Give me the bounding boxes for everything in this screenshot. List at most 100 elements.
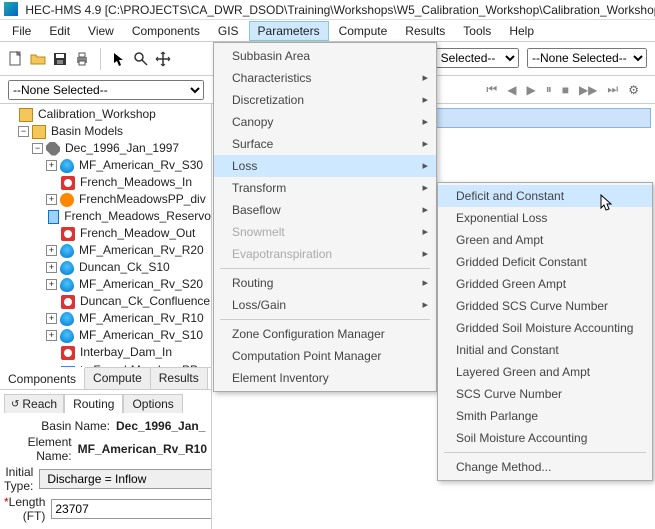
tree-node[interactable]: Interbay_Dam_In	[0, 344, 211, 361]
main-selector[interactable]: --None Selected--	[8, 80, 204, 100]
tree-node[interactable]: Calibration_Workshop	[0, 106, 211, 123]
pointer-icon[interactable]	[111, 51, 127, 67]
pan-icon[interactable]	[155, 51, 171, 67]
subbasin-icon	[60, 159, 74, 173]
expand-icon[interactable]: +	[46, 262, 57, 273]
submenu-item-gridded-soil-moisture-accounting[interactable]: Gridded Soil Moisture Accounting	[438, 317, 652, 339]
submenu-item-soil-moisture-accounting[interactable]: Soil Moisture Accounting	[438, 427, 652, 449]
tree-node[interactable]: +MF_American_Rv_S10	[0, 327, 211, 344]
gear-icon[interactable]: ⚙	[628, 83, 639, 97]
expand-icon[interactable]: −	[32, 143, 43, 154]
menu-tools[interactable]: Tools	[455, 22, 499, 40]
play-icon[interactable]: ▶	[526, 83, 535, 97]
pause-icon[interactable]: ⏸	[546, 82, 552, 97]
diversion-icon	[60, 193, 74, 207]
tree-node[interactable]: French_Meadow_Out	[0, 225, 211, 242]
options-tab[interactable]: Options	[123, 394, 182, 413]
stop-icon[interactable]: ■	[562, 83, 569, 97]
open-icon[interactable]	[30, 51, 46, 67]
window-title: HEC-HMS 4.9 [C:\PROJECTS\CA_DWR_DSOD\Tra…	[25, 3, 655, 17]
menu-item-baseflow[interactable]: Baseflow	[214, 199, 436, 221]
menu-item-element-inventory[interactable]: Element Inventory	[214, 367, 436, 389]
menu-parameters[interactable]: Parameters	[249, 21, 329, 41]
tree-label: MF_American_Rv_S20	[79, 276, 203, 293]
submenu-item-gridded-scs-curve-number[interactable]: Gridded SCS Curve Number	[438, 295, 652, 317]
menu-compute[interactable]: Compute	[331, 22, 396, 40]
submenu-item-scs-curve-number[interactable]: SCS Curve Number	[438, 383, 652, 405]
menu-item-computation-point-manager[interactable]: Computation Point Manager	[214, 345, 436, 367]
menu-item-routing[interactable]: Routing	[214, 272, 436, 294]
initial-type-select[interactable]: Discharge = Inflow	[39, 469, 212, 489]
skip-back-icon[interactable]: ⏮	[486, 82, 497, 97]
menu-gis[interactable]: GIS	[210, 22, 247, 40]
subbasin-icon	[60, 261, 74, 275]
menu-item-snowmelt[interactable]: Snowmelt	[214, 221, 436, 243]
menu-item-canopy[interactable]: Canopy	[214, 111, 436, 133]
tree-node[interactable]: French_Meadows_In	[0, 174, 211, 191]
project-tree[interactable]: Calibration_Workshop−Basin Models−Dec_19…	[0, 104, 211, 367]
skip-fwd-icon[interactable]: ⏭	[607, 82, 618, 97]
submenu-item-gridded-deficit-constant[interactable]: Gridded Deficit Constant	[438, 251, 652, 273]
submenu-item-layered-green-and-ampt[interactable]: Layered Green and Ampt	[438, 361, 652, 383]
save-icon[interactable]	[52, 51, 68, 67]
menu-file[interactable]: File	[4, 22, 39, 40]
tree-label: Duncan_Ck_Confluence	[80, 293, 210, 310]
length-input[interactable]	[51, 499, 212, 519]
menu-item-loss[interactable]: Loss	[214, 155, 436, 177]
tree-node[interactable]: French_Meadows_Reservo	[0, 208, 211, 225]
menu-item-evapotranspiration[interactable]: Evapotranspiration	[214, 243, 436, 265]
expand-icon[interactable]: +	[46, 160, 57, 171]
menu-components[interactable]: Components	[124, 22, 208, 40]
menu-item-loss-gain[interactable]: Loss/Gain	[214, 294, 436, 316]
submenu-item-gridded-green-ampt[interactable]: Gridded Green Ampt	[438, 273, 652, 295]
submenu-item-smith-parlange[interactable]: Smith Parlange	[438, 405, 652, 427]
tree-node[interactable]: −Basin Models	[0, 123, 211, 140]
expand-icon[interactable]: +	[46, 194, 57, 205]
routing-tab[interactable]: Routing	[64, 394, 123, 413]
menu-item-zone-configuration-manager[interactable]: Zone Configuration Manager	[214, 323, 436, 345]
menu-item-discretization[interactable]: Discretization	[214, 89, 436, 111]
next-icon[interactable]: ▶▶	[579, 83, 597, 97]
expand-icon[interactable]: +	[46, 313, 57, 324]
submenu-item-change-method-[interactable]: Change Method...	[438, 456, 652, 478]
menu-view[interactable]: View	[80, 22, 122, 40]
submenu-item-deficit-and-constant[interactable]: Deficit and Constant	[438, 185, 652, 207]
menu-item-transform[interactable]: Transform	[214, 177, 436, 199]
app-logo-icon	[4, 2, 18, 16]
tree-node[interactable]: +MF_American_Rv_R20	[0, 242, 211, 259]
reservoir-icon	[48, 210, 59, 224]
menu-item-surface[interactable]: Surface	[214, 133, 436, 155]
submenu-item-initial-and-constant[interactable]: Initial and Constant	[438, 339, 652, 361]
zoom-icon[interactable]	[133, 51, 149, 67]
tree-node[interactable]: + MF_American_Rv_S20	[0, 276, 211, 293]
tree-node[interactable]: +FrenchMeadowsPP_div	[0, 191, 211, 208]
tab-results[interactable]: Results	[151, 368, 208, 389]
print-icon[interactable]	[74, 51, 90, 67]
tree-node[interactable]: +MF_American_Rv_S30	[0, 157, 211, 174]
menu-results[interactable]: Results	[397, 22, 453, 40]
junction-icon	[61, 227, 75, 241]
menu-item-subbasin-area[interactable]: Subbasin Area	[214, 45, 436, 67]
submenu-item-green-and-ampt[interactable]: Green and Ampt	[438, 229, 652, 251]
toolbar-separator	[100, 48, 101, 70]
expand-icon[interactable]: +	[46, 330, 57, 341]
expand-icon[interactable]: +	[46, 279, 57, 290]
new-icon[interactable]	[8, 51, 24, 67]
tree-node[interactable]: Duncan_Ck_Confluence	[0, 293, 211, 310]
folder-icon	[19, 108, 33, 122]
tree-node[interactable]: +Duncan_Ck_S10	[0, 259, 211, 276]
tab-compute[interactable]: Compute	[85, 368, 151, 389]
tree-node[interactable]: −Dec_1996_Jan_1997	[0, 140, 211, 157]
menu-item-characteristics[interactable]: Characteristics	[214, 67, 436, 89]
prev-icon[interactable]: ◀	[507, 83, 516, 97]
menubar: FileEditViewComponentsGISParametersCompu…	[0, 20, 655, 42]
selector-2[interactable]: --None Selected--	[527, 48, 647, 68]
expand-icon[interactable]: −	[18, 126, 29, 137]
tab-components[interactable]: Components	[0, 367, 85, 389]
tree-node[interactable]: +MF_American_Rv_R10	[0, 310, 211, 327]
menu-help[interactable]: Help	[501, 22, 542, 40]
reach-tab[interactable]: ↺ Reach	[4, 394, 64, 413]
menu-edit[interactable]: Edit	[41, 22, 78, 40]
submenu-item-exponential-loss[interactable]: Exponential Loss	[438, 207, 652, 229]
expand-icon[interactable]: +	[46, 245, 57, 256]
